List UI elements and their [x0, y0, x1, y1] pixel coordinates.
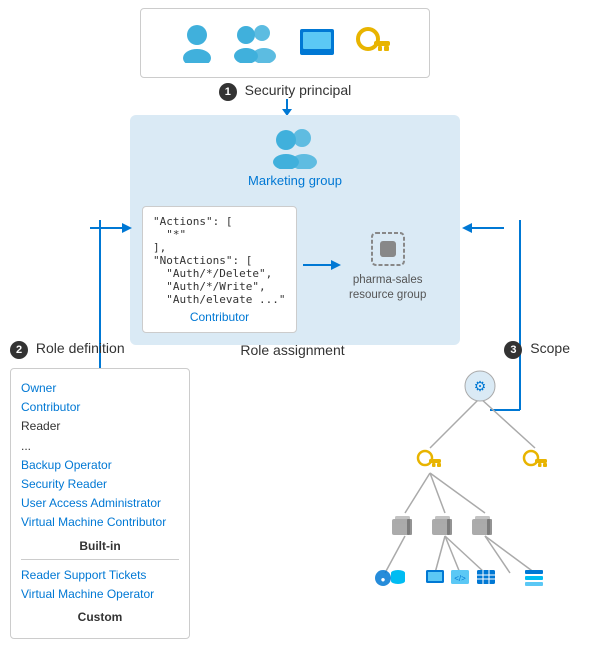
section-labels: 2 Role definition Role assignment 3 Scop… [10, 340, 590, 359]
role-contributor: Contributor [21, 398, 179, 417]
role-definition-label: 2 Role definition [10, 340, 195, 359]
role-reader: Reader [21, 417, 179, 436]
pharma-sales-label: pharma-salesresource group [349, 273, 426, 303]
custom-title: Custom [21, 610, 179, 624]
role-reader-support: Reader Support Tickets [21, 566, 179, 585]
builtin-title: Built-in [21, 539, 179, 553]
role-security-reader: Security Reader [21, 475, 179, 494]
ra-row: "Actions": [ "*" ], "NotActions": [ "Aut… [142, 196, 448, 333]
scope-tree-svg: ⚙ [375, 368, 585, 628]
role-vm-contributor: Virtual Machine Contributor [21, 513, 179, 532]
roles-box: Owner Contributor Reader ... Backup Oper… [10, 368, 190, 639]
role-def-code-box: "Actions": [ "*" ], "NotActions": [ "Aut… [142, 206, 297, 333]
key-icon [354, 25, 390, 61]
svg-text:</>: </> [454, 574, 466, 583]
security-principal-box [140, 8, 430, 78]
step2-num: 2 [10, 341, 28, 359]
svg-text:●: ● [381, 575, 386, 584]
diagram-container: 1 Security principal Marketing group "Ac… [0, 0, 600, 645]
role-owner: Owner [21, 379, 179, 398]
role-assignment-area: Marketing group "Actions": [ "*" ], "Not… [130, 115, 460, 345]
pharma-sales-group: pharma-salesresource group [349, 227, 426, 303]
resource-group-icon [366, 227, 410, 271]
role-dots: ... [21, 437, 179, 456]
security-principal-text: Security principal [245, 82, 352, 98]
role-assignment-text: Role assignment [240, 342, 344, 358]
screen-icon [298, 27, 336, 59]
step3-num: 3 [504, 341, 522, 359]
marketing-group-label: Marketing group [248, 173, 342, 188]
role-backup-operator: Backup Operator [21, 456, 179, 475]
step1-num: 1 [219, 83, 237, 101]
marketing-group-icon [269, 127, 321, 169]
arrow-left-to-pharma [303, 257, 343, 273]
person-icon [180, 23, 214, 63]
contributor-label: Contributor [153, 310, 286, 324]
role-definition-text: Role definition [36, 340, 125, 356]
svg-text:⚙: ⚙ [474, 378, 487, 394]
role-def-code: "Actions": [ "*" ], "NotActions": [ "Aut… [153, 215, 286, 306]
roles-divider [21, 559, 179, 560]
group-icon [232, 23, 280, 63]
scope-text: Scope [530, 340, 570, 356]
scope-label: 3 Scope [390, 340, 590, 359]
scope-tree: ⚙ [370, 368, 590, 628]
role-vm-operator: Virtual Machine Operator [21, 585, 179, 604]
role-assignment-label: Role assignment [195, 342, 390, 358]
role-user-access-admin: User Access Administrator [21, 494, 179, 513]
